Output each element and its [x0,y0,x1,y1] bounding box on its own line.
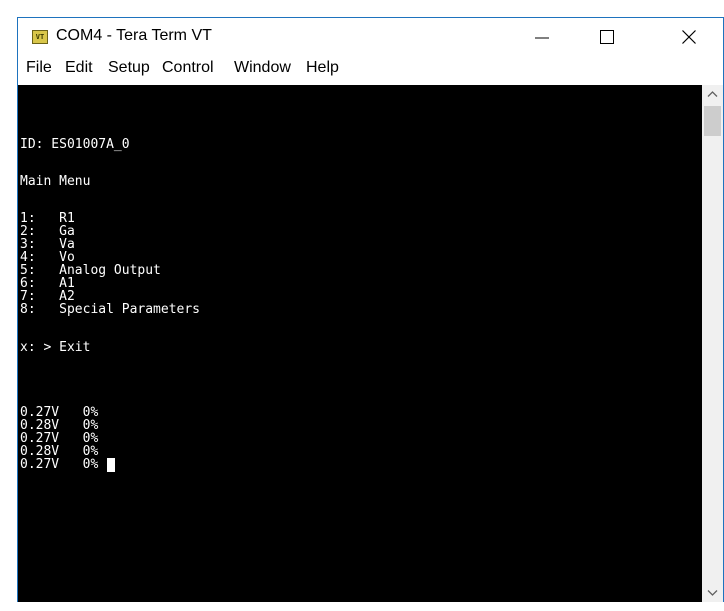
terminal-line-option-8: 8: Special Parameters [20,302,201,317]
scrollbar-thumb[interactable] [704,106,721,136]
menu-help[interactable]: Help [306,59,339,77]
terminal-screen[interactable]: ID: ES01007A_0 Main Menu 1: R1 2: Ga 3: … [18,85,702,602]
chevron-up-icon [707,91,718,97]
minimize-button[interactable] [519,18,565,56]
terminal-line-exit: x: > Exit [20,340,91,355]
scroll-up-button[interactable] [702,85,723,103]
menu-bar: File Edit Setup Control Window Help [18,56,723,82]
minimize-icon [535,37,549,39]
vertical-scrollbar[interactable] [702,85,723,602]
maximize-icon [600,30,614,44]
chevron-down-icon [707,590,718,596]
menu-setup[interactable]: Setup [108,59,150,77]
menu-file[interactable]: File [26,59,52,77]
terminal-cursor [107,458,115,472]
terminal-line-id: ID: ES01007A_0 [20,137,130,152]
terminal-line-main-menu: Main Menu [20,174,91,189]
close-icon [682,30,696,44]
terminal-line-reading: 0.27V 0% [20,457,99,472]
tera-term-window: VT COM4 - Tera Term VT File Edit Setup C… [17,17,724,602]
menu-control[interactable]: Control [162,59,214,77]
close-button[interactable] [666,18,712,56]
menu-edit[interactable]: Edit [65,59,93,77]
maximize-button[interactable] [584,18,630,56]
scroll-down-button[interactable] [702,584,723,602]
window-title: COM4 - Tera Term VT [56,27,212,44]
menu-window[interactable]: Window [234,59,291,77]
title-bar[interactable]: VT COM4 - Tera Term VT [18,18,723,56]
tera-term-app-icon[interactable]: VT [32,30,48,44]
